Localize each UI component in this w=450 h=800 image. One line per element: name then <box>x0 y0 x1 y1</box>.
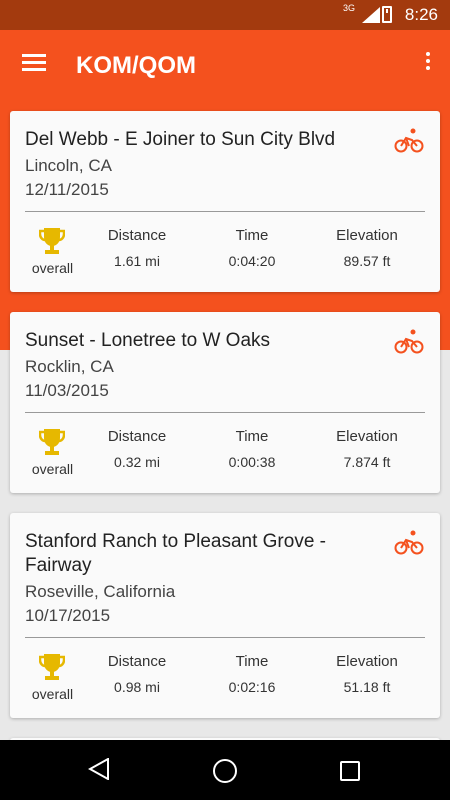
back-icon[interactable] <box>88 758 110 780</box>
elevation-label: Elevation <box>336 428 398 445</box>
segment-name: Del Webb - E Joiner to Sun City Blvd <box>25 129 336 150</box>
segment-card[interactable]: Del Webb - E Joiner to Sun City Blvd Lin… <box>10 111 440 292</box>
segment-date: 11/03/2015 <box>25 381 109 400</box>
segment-location: Lincoln, CA <box>25 156 112 175</box>
bike-icon <box>394 530 424 555</box>
elevation-value: 7.874 ft <box>343 454 391 470</box>
trophy-icon <box>39 228 65 254</box>
time-label: Time <box>235 227 269 244</box>
elevation-label: Elevation <box>336 227 398 244</box>
status-bar: 3G 8:26 <box>0 0 450 30</box>
home-icon[interactable] <box>213 759 237 783</box>
segment-date: 10/17/2015 <box>25 606 111 625</box>
app-bar: KOM/QOM <box>0 30 450 106</box>
signal-icon <box>362 7 380 23</box>
status-time: 8:26 <box>404 5 438 24</box>
segment-card[interactable]: Stanford Ranch to Pleasant Grove - Fairw… <box>10 513 440 718</box>
bike-icon <box>394 128 424 153</box>
rank-label: overall <box>31 260 74 276</box>
elevation-value: 89.57 ft <box>343 253 391 269</box>
menu-icon[interactable] <box>22 54 48 74</box>
segment-name: Sunset - Lonetree to W Oaks <box>25 330 271 351</box>
segment-name: Stanford Ranch to Pleasant Grove - Fairw… <box>25 531 326 576</box>
network-type: 3G <box>342 3 355 13</box>
segment-location: Rocklin, CA <box>25 357 114 376</box>
time-value: 0:04:20 <box>228 253 276 269</box>
segment-date: 12/11/2015 <box>25 180 109 199</box>
distance-value: 0.98 mi <box>114 679 160 695</box>
overflow-menu-icon[interactable] <box>424 52 432 73</box>
distance-label: Distance <box>107 653 167 670</box>
time-label: Time <box>235 428 269 445</box>
distance-label: Distance <box>107 227 167 244</box>
time-value: 0:02:16 <box>228 679 276 695</box>
trophy-icon <box>39 654 65 680</box>
rank-label: overall <box>31 461 74 477</box>
card-divider <box>25 637 425 638</box>
navigation-bar <box>0 740 450 800</box>
recent-apps-icon[interactable] <box>340 761 360 781</box>
elevation-value: 51.18 ft <box>343 679 391 695</box>
trophy-icon <box>39 429 65 455</box>
segment-location: Roseville, California <box>25 582 176 601</box>
segment-card[interactable]: Sunset - Lonetree to W Oaks Rocklin, CA … <box>10 312 440 493</box>
time-value: 0:00:38 <box>228 454 276 470</box>
distance-label: Distance <box>107 428 167 445</box>
rank-label: overall <box>31 686 74 702</box>
battery-icon <box>382 6 392 23</box>
card-divider <box>25 211 425 212</box>
bike-icon <box>394 329 424 354</box>
elevation-label: Elevation <box>336 653 398 670</box>
card-divider <box>25 412 425 413</box>
time-label: Time <box>235 653 269 670</box>
page-title: KOM/QOM <box>76 52 196 79</box>
distance-value: 1.61 mi <box>114 253 160 269</box>
distance-value: 0.32 mi <box>114 454 160 470</box>
